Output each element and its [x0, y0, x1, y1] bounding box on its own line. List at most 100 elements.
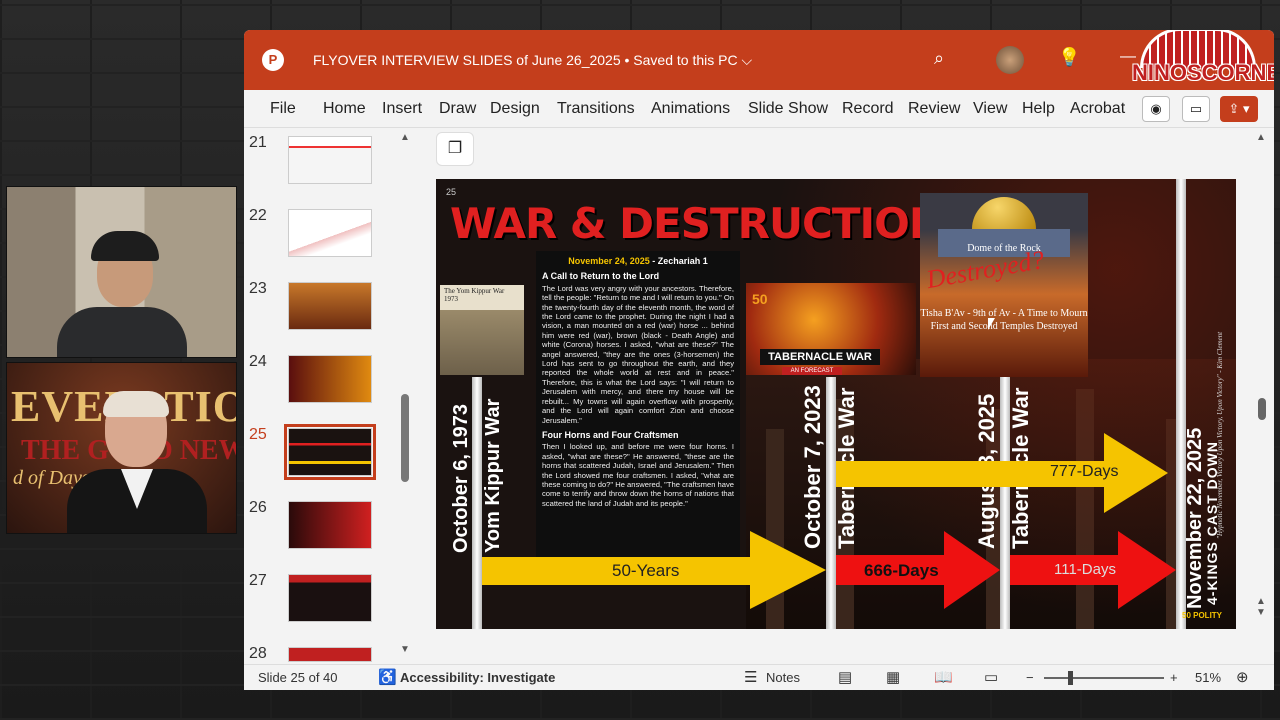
reading-view-icon[interactable]: 📖 — [934, 668, 953, 686]
notes-button[interactable]: Notes — [766, 670, 800, 685]
section-title: Four Horns and Four Craftsmen — [542, 429, 679, 440]
status-bar: Slide 25 of 40 ♿ Accessibility: Investig… — [244, 664, 1274, 690]
menu-file[interactable]: File — [270, 100, 296, 118]
tisha-bav-caption: Tisha B'Av - 9th of Av - A Time to Mourn… — [920, 308, 1088, 332]
normal-view-icon[interactable]: ▤ — [838, 668, 852, 686]
scroll-down-icon[interactable]: ▼ — [400, 644, 410, 655]
thumb-number: 28 — [249, 645, 267, 662]
powerpoint-icon[interactable]: P — [262, 49, 284, 71]
zoom-out-icon[interactable]: − — [1026, 670, 1034, 685]
zoom-slider[interactable] — [1044, 677, 1164, 679]
lightbulb-icon[interactable]: 💡 — [1058, 47, 1080, 68]
menu-view[interactable]: View — [973, 100, 1007, 118]
section-body: The Lord was very angry with your ancest… — [542, 283, 734, 425]
menu-home[interactable]: Home — [323, 100, 366, 118]
slide-thumbnail[interactable] — [288, 282, 372, 330]
slide-thumbnail[interactable] — [288, 355, 372, 403]
webcam-guest: EVELATIO THE GOOD NEWS d of Days — [6, 362, 237, 534]
zoom-level[interactable]: 51% — [1195, 670, 1221, 685]
arrow-label: 111-Days — [1054, 561, 1116, 578]
slide-thumbnail[interactable] — [288, 136, 372, 184]
slide-thumbnail-active[interactable] — [284, 424, 376, 480]
thumb-number: 26 — [249, 499, 267, 516]
slide-canvas: ❐ ▲ ▲ ▼ 25 WAR & DESTRUCTION The Yom Kipp… — [416, 128, 1274, 662]
menu-help[interactable]: Help — [1022, 100, 1055, 118]
powerpoint-window: P FLYOVER INTERVIEW SLIDES of June 26_20… — [244, 30, 1274, 690]
host-shirt — [57, 307, 187, 357]
thumb-number: 22 — [249, 207, 267, 224]
logo-text: NINOSCORNER — [1132, 60, 1274, 85]
section-body: Then I looked up, and before me were fou… — [542, 442, 734, 508]
canvas-scroll-thumb[interactable] — [1258, 398, 1266, 420]
golden-dome — [972, 197, 1036, 231]
menu-acrobat[interactable]: Acrobat — [1070, 100, 1125, 118]
menu-animations[interactable]: Animations — [651, 100, 730, 118]
slide-number: 25 — [446, 187, 457, 197]
dome-of-the-rock-image: Dome of the Rock Destroyed? Tisha B'Av -… — [920, 193, 1088, 377]
notes-icon[interactable]: ☰ — [744, 668, 757, 686]
webcam-host — [6, 186, 237, 358]
menu-record[interactable]: Record — [842, 100, 894, 118]
menu-review[interactable]: Review — [908, 100, 960, 118]
current-slide[interactable]: 25 WAR & DESTRUCTION The Yom Kippur War … — [436, 179, 1236, 629]
thumb-number-active: 25 — [249, 426, 267, 443]
tabernacle-war-image: 50 TABERNACLE WAR AN FORECAST — [746, 283, 916, 375]
text-box-date: November 24, 2025 — [568, 256, 650, 266]
ribbon-menu: File Home Insert Draw Design Transitions… — [244, 90, 1274, 128]
thumb-number: 24 — [249, 353, 267, 370]
arrow-head — [1118, 531, 1176, 609]
record-icon[interactable]: ◉ — [1142, 96, 1170, 122]
arrow-666-days: 666-Days — [836, 531, 1000, 609]
yom-kippur-photo-caption: The Yom Kippur War 1973 — [444, 287, 505, 303]
thumbnail-scroll-thumb[interactable] — [401, 394, 409, 482]
ninoscorner-logo: NINOSCORNER — [1132, 30, 1274, 96]
zoom-in-icon[interactable]: + — [1170, 670, 1178, 685]
arrow-50-years: 50-Years — [482, 531, 826, 609]
guest-hair — [103, 391, 169, 417]
slide-thumbnail[interactable] — [288, 647, 372, 662]
document-title[interactable]: FLYOVER INTERVIEW SLIDES of June 26_2025… — [313, 52, 752, 69]
arrow-777-days: 777-Days — [836, 433, 1170, 513]
arrow-head — [944, 531, 1000, 609]
slide-sorter-icon[interactable]: ▦ — [886, 668, 900, 686]
section-title: A Call to Return to the Lord — [542, 271, 660, 282]
text-box-reference: - Zechariah 1 — [649, 256, 708, 266]
guest-person — [67, 391, 207, 533]
forecast-badge: AN FORECAST — [782, 367, 842, 375]
arrow-111-days: 111-Days — [1010, 531, 1176, 609]
fifty-label: 50 — [752, 291, 768, 307]
comments-icon[interactable]: ▭ — [1182, 96, 1210, 122]
presenter-view-icon[interactable]: ▭ — [984, 668, 998, 686]
event-name: Yom Kippur War — [482, 398, 504, 553]
canvas-scroll-up-icon[interactable]: ▲ — [1256, 132, 1266, 143]
search-icon[interactable]: ⌕ — [934, 48, 944, 69]
share-button[interactable]: ⇪ ▾ — [1220, 96, 1258, 122]
menu-insert[interactable]: Insert — [382, 100, 422, 118]
menu-transitions[interactable]: Transitions — [557, 100, 635, 118]
slide-thumbnail[interactable] — [288, 209, 372, 257]
thumb-number: 23 — [249, 280, 267, 297]
mouse-cursor-icon — [988, 318, 995, 330]
arrow-label: 50-Years — [612, 561, 680, 580]
arrow-label: 777-Days — [1050, 463, 1119, 480]
event-date: October 7, 2023 — [800, 385, 825, 549]
slide-thumbnail[interactable] — [288, 501, 372, 549]
title-bar: P FLYOVER INTERVIEW SLIDES of June 26_20… — [244, 30, 1274, 90]
scroll-up-icon[interactable]: ▲ — [400, 132, 410, 143]
next-slide-icon[interactable]: ▲ ▼ — [1256, 596, 1266, 618]
fit-to-window-icon[interactable]: ⊕ — [1236, 668, 1249, 686]
host-cap — [91, 231, 159, 261]
event-date: October 6, 1973 — [450, 404, 472, 553]
slide-thumbnail[interactable] — [288, 574, 372, 622]
menu-design[interactable]: Design — [490, 100, 540, 118]
copilot-icon[interactable]: ❐ — [436, 132, 474, 166]
menu-draw[interactable]: Draw — [439, 100, 476, 118]
slide-counter[interactable]: Slide 25 of 40 — [258, 670, 338, 685]
text-box-header: November 24, 2025 - Zechariah 1 — [542, 256, 734, 266]
accessibility-icon[interactable]: ♿ — [378, 668, 397, 686]
thumb-number: 27 — [249, 572, 267, 589]
accessibility-status[interactable]: Accessibility: Investigate — [400, 670, 555, 685]
avatar[interactable] — [996, 46, 1024, 74]
menu-slide-show[interactable]: Slide Show — [748, 100, 828, 118]
zoom-slider-thumb[interactable] — [1068, 671, 1073, 685]
